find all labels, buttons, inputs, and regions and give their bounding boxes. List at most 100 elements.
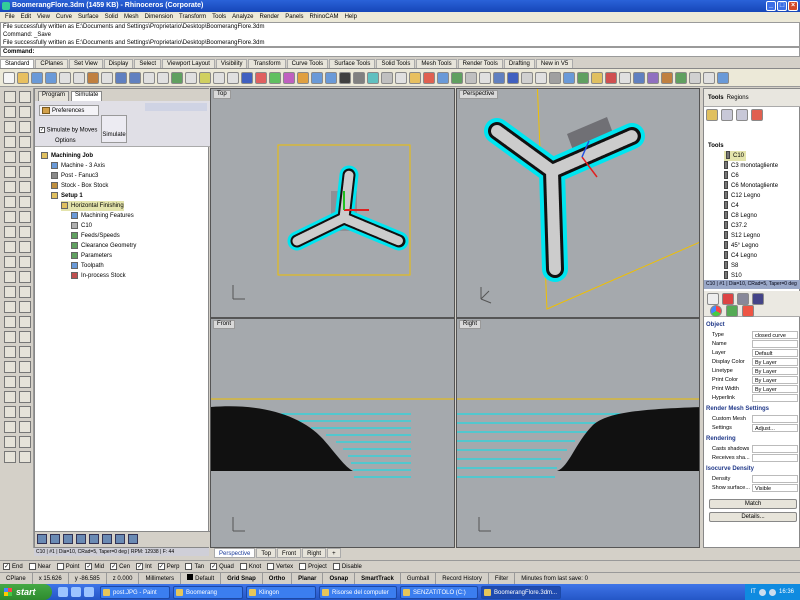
tree-item[interactable]: Clearance Geometry — [71, 241, 136, 251]
toolbar-command-icon[interactable] — [423, 71, 435, 84]
osnap-mid[interactable]: ✓ Mid — [85, 563, 104, 570]
rendering-section-header[interactable]: Rendering — [706, 435, 736, 444]
toolbar-command-icon[interactable] — [31, 71, 43, 84]
planar-toggle[interactable]: Planar — [292, 573, 324, 584]
toolbar-command-icon[interactable] — [185, 71, 197, 84]
cplane-label[interactable]: CPlane — [0, 573, 33, 584]
osnap-near[interactable]: Near — [28, 563, 51, 570]
osnap-end[interactable]: ✓ End — [3, 563, 23, 570]
osnap-perp[interactable]: ✓ Perp — [157, 563, 179, 570]
osnap-point[interactable]: Point — [56, 563, 79, 570]
osnap-checkbox[interactable]: ✓ — [210, 563, 218, 570]
menu-surface[interactable]: Surface — [75, 12, 102, 22]
toolbar-command-icon[interactable] — [73, 71, 85, 84]
vp-tab-front[interactable]: Front — [277, 548, 302, 558]
tool-palette-icon[interactable] — [19, 391, 31, 403]
close-button[interactable]: × — [788, 1, 798, 11]
viewport-perspective-label[interactable]: Perspective — [459, 90, 499, 99]
media-player-icon[interactable] — [84, 587, 94, 597]
toolbar-command-icon[interactable] — [115, 71, 127, 84]
toolbar-command-icon[interactable] — [409, 71, 421, 84]
language-indicator[interactable]: IT — [751, 589, 756, 595]
property-row-value[interactable] — [752, 340, 798, 348]
material-icon[interactable] — [726, 305, 738, 317]
tool-palette-icon[interactable] — [4, 436, 16, 448]
match-button[interactable]: Match — [709, 499, 797, 509]
tool-palette-icon[interactable] — [4, 106, 16, 118]
toolbar-command-icon[interactable] — [577, 71, 589, 84]
toolbar-command-icon[interactable] — [661, 71, 673, 84]
toolbar-command-icon[interactable] — [647, 71, 659, 84]
tool-item[interactable]: S12 Legno — [724, 231, 760, 241]
osnap-knot[interactable]: Knot — [239, 563, 261, 570]
units-label[interactable]: Millimeters — [139, 573, 182, 584]
toolbar-command-icon[interactable] — [241, 71, 253, 84]
tab-surface-tools[interactable]: Surface Tools — [329, 59, 376, 68]
viewport-right-label[interactable]: Right — [459, 320, 482, 329]
viewport-front[interactable]: Front — [210, 318, 455, 548]
property-row-value[interactable]: By Layer — [752, 376, 798, 384]
generate-icon[interactable] — [37, 534, 47, 544]
object-section-header[interactable]: Object — [706, 321, 725, 330]
email-icon[interactable] — [71, 587, 81, 597]
osnap-checkbox[interactable] — [185, 563, 193, 570]
viewport-top-label[interactable]: Top — [213, 90, 231, 99]
tab-transform[interactable]: Transform — [248, 59, 286, 68]
tool-item[interactable]: C4 — [724, 201, 739, 211]
task-rhino[interactable]: BoomerangFlore.3dm... — [481, 585, 561, 599]
minimize-button[interactable]: _ — [766, 1, 776, 11]
tool-palette-icon[interactable] — [19, 181, 31, 193]
toolbar-command-icon[interactable] — [59, 71, 71, 84]
tab-render-tools[interactable]: Render Tools — [457, 59, 503, 68]
toolbar-command-icon[interactable] — [297, 71, 309, 84]
tab-simulate[interactable]: Simulate — [71, 91, 103, 101]
toolbar-command-icon[interactable] — [619, 71, 631, 84]
isocurve-row-value[interactable] — [752, 475, 798, 483]
tool-palette-icon[interactable] — [19, 136, 31, 148]
osnap-checkbox[interactable] — [332, 563, 340, 570]
tools-icon[interactable] — [89, 534, 99, 544]
menu-solid[interactable]: Solid — [102, 12, 121, 22]
tab-tools[interactable]: Tools — [708, 95, 724, 101]
toolbar-command-icon[interactable] — [339, 71, 351, 84]
toolbar-command-icon[interactable] — [353, 71, 365, 84]
simulate-icon[interactable] — [50, 534, 60, 544]
tool-palette-icon[interactable] — [19, 361, 31, 373]
tool-palette-icon[interactable] — [4, 361, 16, 373]
property-row-value[interactable]: By Layer — [752, 385, 798, 393]
task-my-computer[interactable]: Risorse del computer — [319, 585, 397, 599]
features-icon[interactable] — [102, 534, 112, 544]
property-row-value[interactable] — [752, 394, 798, 402]
property-row-value[interactable]: closed curve — [752, 331, 798, 339]
toolbar-command-icon[interactable] — [493, 71, 505, 84]
properties-tab-icon[interactable] — [707, 293, 719, 305]
help-tab-icon[interactable] — [752, 293, 764, 305]
menu-rhinocam[interactable]: RhinoCAM — [307, 12, 342, 22]
toolbar-command-icon[interactable] — [367, 71, 379, 84]
toolbar-command-icon[interactable] — [3, 71, 15, 84]
library-icon[interactable] — [736, 109, 748, 121]
toolbar-command-icon[interactable] — [143, 71, 155, 84]
tab-display[interactable]: Display — [103, 59, 134, 68]
tree-item[interactable]: Feeds/Speeds — [71, 231, 120, 241]
tool-palette-icon[interactable] — [19, 271, 31, 283]
menu-file[interactable]: File — [2, 12, 18, 22]
toolbar-command-icon[interactable] — [479, 71, 491, 84]
toolbar-command-icon[interactable] — [675, 71, 687, 84]
ortho-toggle[interactable]: Ortho — [263, 573, 293, 584]
simulate-by-moves-checkbox[interactable]: ✓ — [39, 127, 45, 133]
tool-palette-icon[interactable] — [4, 286, 16, 298]
toolbar-command-icon[interactable] — [535, 71, 547, 84]
volume-icon[interactable] — [768, 588, 776, 596]
toolbar-command-icon[interactable] — [605, 71, 617, 84]
toolbar-command-icon[interactable] — [689, 71, 701, 84]
osnap-int[interactable]: ✓ Int — [136, 563, 152, 570]
isocurve-section-header[interactable]: Isocurve Density — [706, 465, 754, 474]
ie-icon[interactable] — [58, 587, 68, 597]
toolbar-command-icon[interactable] — [283, 71, 295, 84]
toolbar-command-icon[interactable] — [549, 71, 561, 84]
tool-item[interactable]: C4 Legno — [724, 251, 757, 261]
tool-palette-icon[interactable] — [4, 391, 16, 403]
toolbar-command-icon[interactable] — [465, 71, 477, 84]
tool-palette-icon[interactable] — [4, 226, 16, 238]
